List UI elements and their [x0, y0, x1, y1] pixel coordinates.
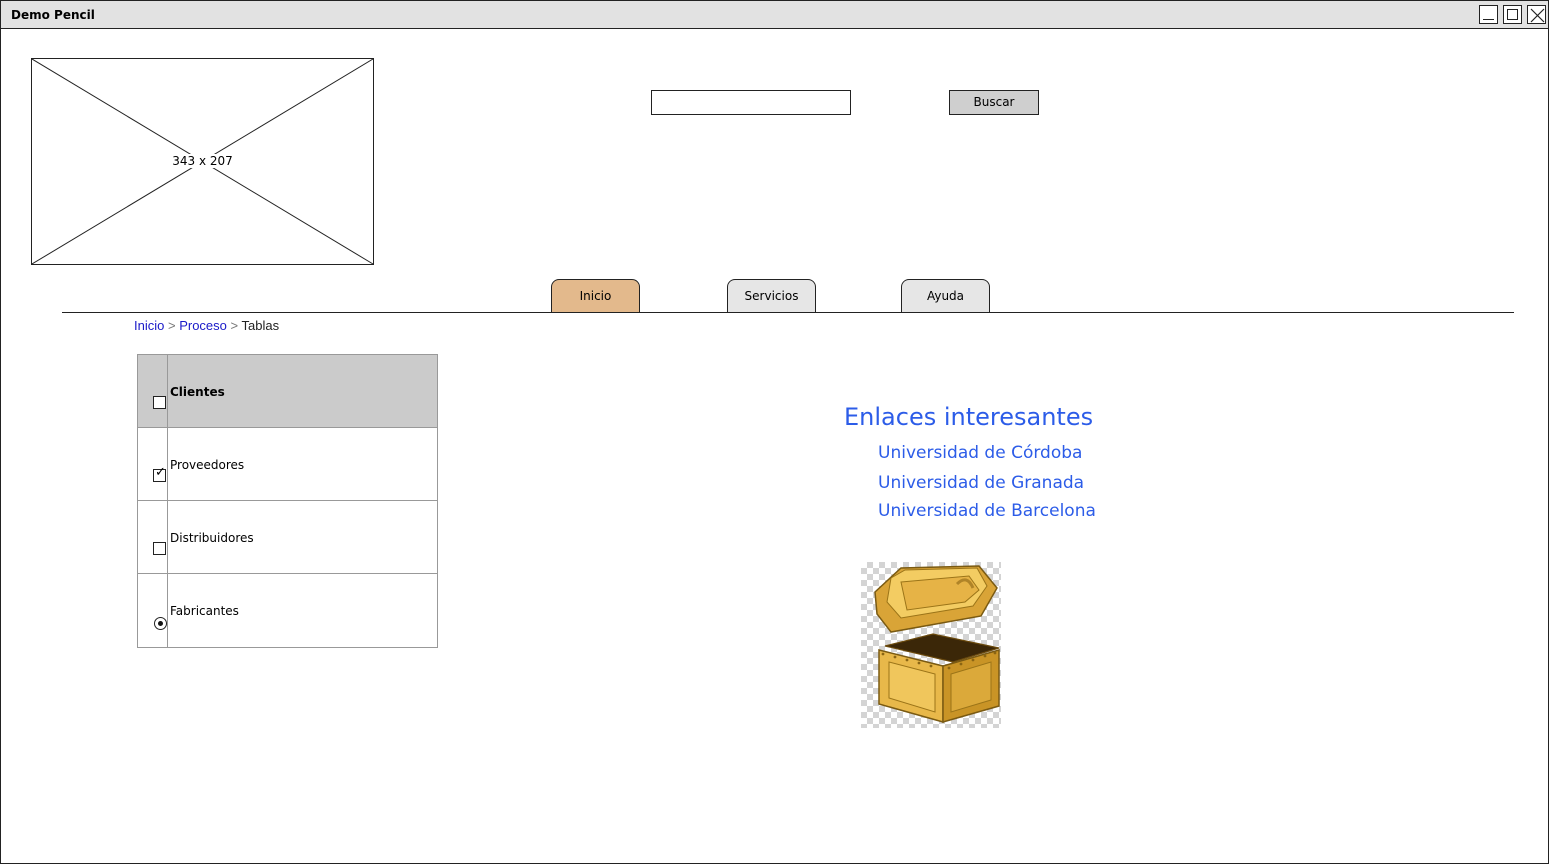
list-item-label: Proveedores: [170, 458, 245, 472]
title-bar: Demo Pencil: [1, 1, 1548, 29]
link-universidad-cordoba[interactable]: Universidad de Córdoba: [878, 443, 1082, 463]
distribuidores-checkbox[interactable]: [153, 542, 166, 555]
breadcrumb: Inicio > Proceso > Tablas: [134, 318, 279, 333]
list-item[interactable]: Distribuidores: [138, 501, 437, 574]
fabricantes-radio[interactable]: [154, 617, 167, 630]
list-item[interactable]: Fabricantes: [138, 574, 437, 647]
breadcrumb-inicio[interactable]: Inicio: [134, 318, 164, 333]
treasure-chest-icon: [861, 562, 1001, 728]
window-title: Demo Pencil: [11, 8, 95, 22]
link-universidad-barcelona[interactable]: Universidad de Barcelona: [878, 501, 1096, 521]
close-icon[interactable]: [1527, 5, 1546, 24]
minimize-icon[interactable]: [1479, 5, 1498, 24]
breadcrumb-separator: >: [167, 318, 176, 333]
checkmark-icon: ✓: [155, 465, 166, 480]
breadcrumb-tablas: Tablas: [241, 318, 280, 333]
breadcrumb-proceso[interactable]: Proceso: [179, 318, 227, 333]
list-item-label: Fabricantes: [170, 604, 239, 618]
app-window: Demo Pencil 343 x 207 Buscar Inicio Serv…: [0, 0, 1549, 864]
selection-list: Clientes ✓ Proveedores Distribuidores Fa…: [137, 354, 438, 648]
breadcrumb-separator: >: [230, 318, 239, 333]
search-button[interactable]: Buscar: [949, 90, 1039, 115]
tab-divider: [62, 312, 1514, 313]
maximize-icon[interactable]: [1503, 5, 1522, 24]
tab-inicio[interactable]: Inicio: [551, 279, 640, 313]
placeholder-dimensions: 343 x 207: [170, 154, 235, 168]
search-input[interactable]: [651, 90, 851, 115]
links-heading: Enlaces interesantes: [844, 403, 1094, 431]
tab-servicios[interactable]: Servicios: [727, 279, 816, 313]
link-universidad-granada[interactable]: Universidad de Granada: [878, 473, 1084, 493]
clientes-checkbox[interactable]: [153, 396, 166, 409]
image-placeholder: 343 x 207: [31, 58, 374, 265]
list-item[interactable]: ✓ Proveedores: [138, 428, 437, 501]
tab-ayuda[interactable]: Ayuda: [901, 279, 990, 313]
list-item[interactable]: Clientes: [138, 355, 437, 428]
list-item-label: Clientes: [170, 385, 225, 399]
proveedores-checkbox[interactable]: ✓: [153, 465, 166, 482]
list-item-label: Distribuidores: [170, 531, 254, 545]
